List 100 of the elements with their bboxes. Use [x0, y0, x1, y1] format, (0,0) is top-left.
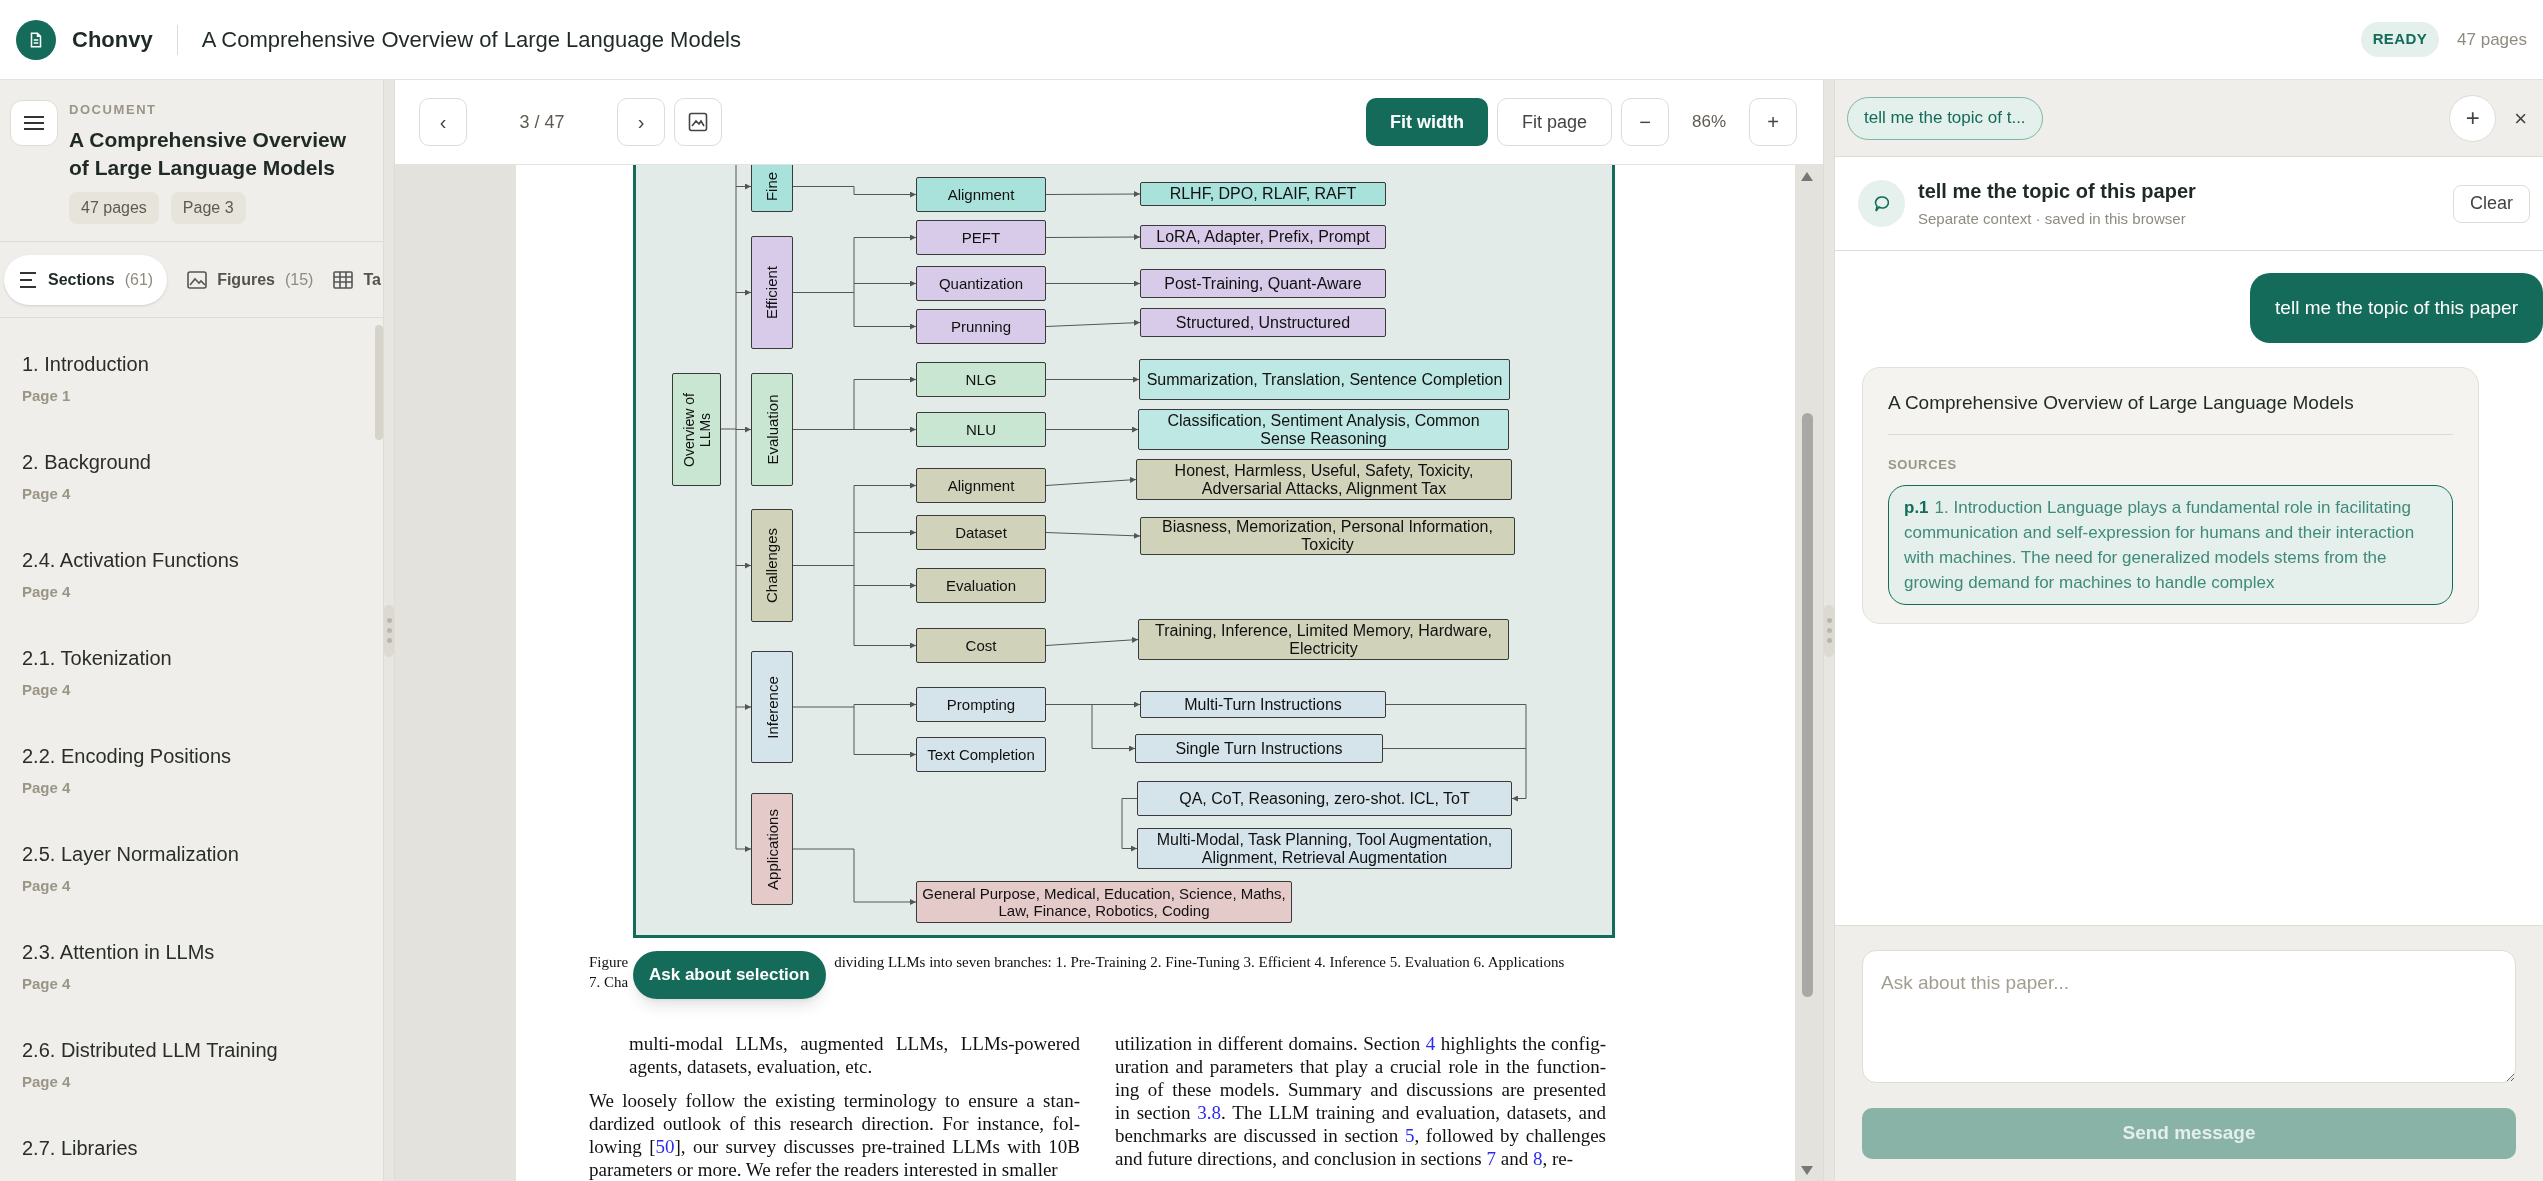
category-node: Quantization: [916, 266, 1046, 301]
category-node: Alignment: [916, 468, 1046, 503]
category-node: Prompting: [916, 687, 1046, 722]
chat-title: tell me the topic of this paper: [1918, 179, 2196, 205]
source-snippet[interactable]: p.1 1. Introduction Language plays a fundamental role in facilitating communication and self-expression for humans and their interaction with machines. The need for generalized models stems from the growing demand for machines to handle complex: [1888, 484, 2453, 605]
topic-node: Biasness, Memorization, Personal Information, Toxicity: [1140, 517, 1515, 555]
category-node: Alignment: [916, 177, 1046, 212]
image-icon: [688, 112, 708, 132]
sidebar-document-title: A Comprehensive Overview of Large Language Models: [69, 126, 347, 181]
resize-handle[interactable]: [384, 604, 394, 657]
root-node: Overview of LLMs: [672, 373, 721, 486]
image-button[interactable]: [674, 98, 722, 146]
body-paragraph: We loosely follow the existing terminology to ensure a stan- dardized outlook of this research direction. For instance, fol- lowing [50], our survey discusses pre-trained LLMs with 10B parameters or more. We refer the readers interested in smaller: [589, 1089, 1080, 1181]
reference-link[interactable]: 4: [1425, 1033, 1436, 1054]
list-icon: [18, 269, 38, 290]
table-icon: [333, 269, 354, 290]
reference-link[interactable]: 5: [1404, 1125, 1415, 1146]
topic-node: LoRA, Adapter, Prefix, Prompt: [1140, 225, 1386, 249]
next-page-button[interactable]: ›: [617, 98, 665, 146]
section-item[interactable]: 2.6. Distributed LLM Training Page 4: [22, 1004, 367, 1102]
topic-node: Post-Training, Quant-Aware: [1140, 269, 1386, 298]
section-item[interactable]: 2.1. Tokenization Page 4: [22, 612, 367, 710]
section-item[interactable]: 2.4. Activation Functions Page 4: [22, 514, 367, 612]
menu-icon: [23, 115, 45, 131]
category-node: Cost: [916, 628, 1046, 663]
message-input[interactable]: Ask about this paper...: [1862, 950, 2516, 1083]
section-item[interactable]: 2.5. Layer Normalization Page 4: [22, 808, 367, 906]
user-message: tell me the topic of this paper: [2250, 273, 2543, 343]
scrollbar-thumb[interactable]: [375, 325, 383, 440]
reference-link[interactable]: 7: [1486, 1148, 1496, 1169]
topic-node: Training, Inference, Limited Memory, Hardware, Electricity: [1138, 619, 1509, 660]
section-item[interactable]: 2.2. Encoding Positions Page 4: [22, 710, 367, 808]
scroll-up-icon: [1800, 170, 1814, 182]
app-name: Chonvy: [72, 26, 153, 54]
scroll-down-icon: [1800, 1165, 1814, 1177]
category-node: Prunning: [916, 309, 1046, 344]
branch-node: Applications: [751, 793, 793, 905]
fit-page-button[interactable]: Fit page: [1496, 98, 1612, 146]
clear-button[interactable]: Clear: [2453, 184, 2530, 223]
branch-node: Efficient: [751, 236, 793, 349]
page-indicator: 3 / 47: [518, 110, 566, 134]
branch-node: Fine: [751, 165, 793, 212]
topic-node: Honest, Harmless, Useful, Safety, Toxicity, Adversarial Attacks, Alignment Tax: [1136, 459, 1512, 500]
scrollbar-thumb[interactable]: [1802, 413, 1813, 997]
fit-width-button[interactable]: Fit width: [1365, 98, 1488, 146]
chat-tab[interactable]: tell me the topic of t...: [1847, 96, 2043, 140]
category-node: NLG: [916, 362, 1046, 397]
answer-text: A Comprehensive Overview of Large Language Models: [1888, 390, 2453, 435]
figure-caption: 7. Cha: [589, 973, 629, 992]
body-paragraph: multi-modal LLMs, augmented LLMs, LLMs-powered agents, datasets, evaluation, etc.: [628, 1032, 1080, 1078]
page-count: 47 pages: [2457, 28, 2527, 51]
body-paragraph: utilization in different domains. Section 4 highlights the config- uration and parameters that play a crucial role in the function- ing of these models. Summary and discussions are presented in section 3.8. The LLM training and evaluation, datasets, and benchmarks are discussed in section 5, followed by challenges and future directions, and conclusion in sections 7 and 8, re-: [1115, 1032, 1606, 1170]
section-item[interactable]: 2.7. Libraries: [22, 1102, 367, 1181]
topic-node: Single Turn Instructions: [1135, 734, 1383, 763]
topic-node: Summarization, Translation, Sentence Completion: [1139, 359, 1510, 400]
topic-node: Multi-Turn Instructions: [1140, 691, 1386, 718]
section-label: DOCUMENT: [69, 101, 158, 119]
zoom-in-button[interactable]: +: [1749, 98, 1797, 146]
resize-handle[interactable]: [1824, 604, 1834, 657]
zoom-out-button[interactable]: −: [1621, 98, 1669, 146]
category-node: PEFT: [916, 220, 1046, 255]
reference-link[interactable]: 3.8: [1197, 1102, 1222, 1123]
category-node: Dataset: [916, 515, 1046, 550]
reference-link[interactable]: 8: [1532, 1148, 1543, 1169]
section-item[interactable]: 2.3. Attention in LLMs Page 4: [22, 906, 367, 1004]
sidebar-tab[interactable]: Sections (61): [4, 254, 168, 305]
zoom-level: 86%: [1691, 111, 1727, 134]
section-item[interactable]: 2. Background Page 4: [22, 416, 367, 514]
sidebar-tab[interactable]: Ta: [333, 254, 381, 305]
section-item[interactable]: 1. Introduction Page 1: [22, 318, 367, 416]
topic-node: QA, CoT, Reasoning, zero-shot. ICL, ToT: [1137, 781, 1512, 816]
menu-button[interactable]: [10, 100, 58, 146]
category-node: Text Completion: [916, 737, 1046, 772]
topic-node: RLHF, DPO, RLAIF, RAFT: [1140, 182, 1386, 206]
branch-node: Inference: [751, 651, 793, 763]
close-button[interactable]: ×: [2514, 101, 2527, 135]
category-node: Evaluation: [916, 568, 1046, 603]
figure-caption: Figure: [589, 953, 629, 972]
new-chat-button[interactable]: +: [2449, 94, 2497, 142]
chat-icon: [1858, 180, 1905, 227]
info-chip: 47 pages: [69, 191, 159, 224]
previous-page-button[interactable]: ‹: [419, 98, 467, 146]
topic-node: Classification, Sentiment Analysis, Common Sense Reasoning: [1138, 409, 1509, 450]
ask-selection-button[interactable]: Ask about selection: [633, 951, 826, 999]
image-icon: [187, 269, 208, 290]
document-title: A Comprehensive Overview of Large Language Models: [201, 26, 741, 54]
category-node: General Purpose, Medical, Education, Science, Maths, Law, Finance, Robotics, Coding: [916, 881, 1292, 923]
figure-caption: dividing LLMs into seven branches: 1. Pre-Training 2. Fine-Tuning 3. Efficient 4. Inference 5. Evaluation 6. Applications: [834, 953, 1565, 972]
branch-node: Evaluation: [751, 373, 793, 486]
reference-link[interactable]: 50: [655, 1136, 675, 1157]
logo-icon: [16, 19, 56, 60]
sources-label: SOURCES: [1888, 456, 1958, 474]
status-badge: READY: [2360, 22, 2440, 57]
category-node: NLU: [916, 412, 1046, 447]
sidebar-tab[interactable]: Figures (15): [187, 254, 314, 305]
chat-subtitle: Separate context · saved in this browser: [1918, 209, 2187, 230]
topic-node: Multi-Modal, Task Planning, Tool Augmentation, Alignment, Retrieval Augmentation: [1137, 828, 1512, 869]
branch-node: Challenges: [751, 509, 793, 622]
topic-node: Structured, Unstructured: [1140, 308, 1386, 337]
info-chip: Page 3: [170, 191, 246, 224]
